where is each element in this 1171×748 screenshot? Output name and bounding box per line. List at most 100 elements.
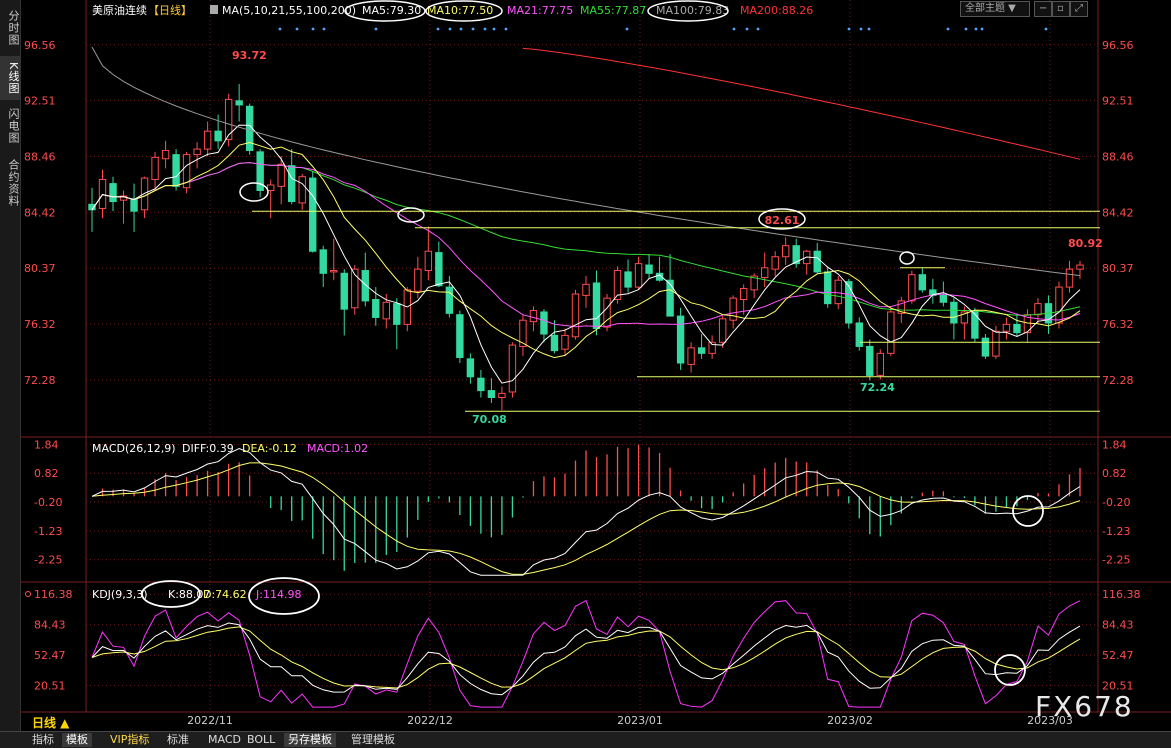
candle-body xyxy=(939,294,948,303)
tab-time[interactable]: 分时图 xyxy=(0,6,20,50)
settings-dot-icon[interactable] xyxy=(25,591,31,597)
candle-body xyxy=(529,310,538,323)
candle-body xyxy=(992,330,1000,357)
bottom-tab-7[interactable]: 管理模板 xyxy=(347,733,399,747)
bottom-tab-1[interactable]: 模板 xyxy=(62,733,92,747)
candle-body xyxy=(876,352,884,376)
candle-body xyxy=(456,314,464,358)
candle-body xyxy=(372,299,380,318)
y-tick-left: 76.32 xyxy=(24,318,56,331)
kdj-tick-right: 116.38 xyxy=(1102,588,1141,601)
highlight-ellipse xyxy=(239,182,269,202)
window-icon[interactable]: ▫ xyxy=(1052,1,1070,17)
y-tick-left: 96.56 xyxy=(24,39,56,52)
tab-kline[interactable]: K线图 xyxy=(0,56,20,100)
header-symbol: 美原油连续 xyxy=(92,3,147,17)
macd-tick-right: -2.25 xyxy=(1102,554,1130,567)
signal-dot xyxy=(436,27,440,31)
candle-body xyxy=(393,303,401,325)
candle-body xyxy=(235,100,243,106)
candle-body xyxy=(813,250,821,273)
candle-body xyxy=(466,358,475,378)
candle-body xyxy=(487,390,496,399)
candle-body xyxy=(151,156,159,180)
y-tick-right: 80.37 xyxy=(1102,262,1134,275)
y-tick-left: 88.46 xyxy=(24,151,56,164)
candle-body xyxy=(908,274,916,302)
signal-dot xyxy=(492,27,496,31)
highlight-ellipse xyxy=(899,251,915,265)
candle-body xyxy=(508,344,517,393)
candle-body xyxy=(140,177,149,211)
candle-body xyxy=(340,272,348,310)
kdj-k-line xyxy=(91,622,1081,696)
tab-contract[interactable]: 合约资料 xyxy=(0,154,20,212)
ma21-legend: MA21:77.75 xyxy=(507,4,573,17)
macd-tick-left: -1.23 xyxy=(34,525,62,538)
signal-dot xyxy=(483,27,487,31)
high-label: 93.72 xyxy=(232,49,267,62)
candle-body xyxy=(866,345,874,376)
candle-body xyxy=(666,279,674,317)
signal-dot xyxy=(471,27,475,31)
minus-icon[interactable]: − xyxy=(1034,1,1052,17)
candle-body xyxy=(309,177,317,252)
kdj-tick-left: 84.43 xyxy=(34,619,66,632)
bottom-tab-6[interactable]: 另存模板 xyxy=(284,733,336,747)
candle-body xyxy=(571,293,580,338)
kdj-tick-right: 52.47 xyxy=(1102,649,1134,662)
signal-dot xyxy=(732,27,736,31)
bottom-tab-2[interactable]: VIP指标 xyxy=(106,733,153,747)
signal-dot xyxy=(946,27,950,31)
signal-dot xyxy=(974,27,978,31)
bottom-label: 70.08 xyxy=(472,413,507,426)
candle-body xyxy=(435,252,443,287)
macd-value-legend: MACD:1.02 xyxy=(307,442,368,455)
peak-label: 82.61 xyxy=(765,214,800,227)
candle-body xyxy=(266,184,275,191)
y-tick-left: 84.42 xyxy=(24,206,56,219)
bottom-tab-3[interactable]: 标准 xyxy=(163,733,193,747)
tab-flash[interactable]: 闪电图 xyxy=(0,104,20,148)
candle-body xyxy=(172,154,180,187)
highlight-ellipse xyxy=(397,207,425,223)
x-tick-label: 2022/11 xyxy=(187,714,233,727)
period-label[interactable]: 日线 ▲ xyxy=(32,714,69,731)
candle-body xyxy=(1034,303,1042,316)
candle-body xyxy=(834,279,842,305)
left-tab-strip: 分时图 K线图闪电图合约资料 xyxy=(0,0,21,731)
y-tick-right: 76.32 xyxy=(1102,318,1134,331)
candle-body xyxy=(729,297,737,321)
candle-body xyxy=(540,311,548,335)
signal-dot xyxy=(847,27,851,31)
signal-dot xyxy=(859,27,863,31)
ma100-line xyxy=(91,46,1081,277)
macd-tick-right: 1.84 xyxy=(1102,439,1127,452)
kdj-d-legend: D:74.62 xyxy=(203,588,247,601)
restore-icon[interactable]: ⤢ xyxy=(1070,1,1088,17)
candle-body xyxy=(634,263,643,288)
signal-dot xyxy=(374,27,378,31)
signal-dot xyxy=(448,27,452,31)
candle-body xyxy=(887,311,895,354)
chart-area[interactable]: 96.56 96.56 92.51 92.51 88.46 88.46 84.42 84.42… xyxy=(20,0,1171,731)
candle-body xyxy=(782,245,790,258)
bottom-tab-0[interactable]: 指标 xyxy=(28,733,58,747)
bottom-tab-5[interactable]: BOLL xyxy=(243,733,279,747)
candle-body xyxy=(624,271,632,288)
highlight-ellipse xyxy=(994,654,1026,686)
low-label: 72.24 xyxy=(860,381,895,394)
kdj-title: KDJ(9,3,3) xyxy=(92,588,148,601)
macd-tick-left: -0.20 xyxy=(34,496,62,509)
candle-body xyxy=(298,176,306,204)
macd-tick-right: 0.82 xyxy=(1102,467,1127,480)
candle-body xyxy=(214,130,222,142)
y-tick-right: 96.56 xyxy=(1102,39,1134,52)
candle-body xyxy=(445,286,454,314)
theme-select[interactable]: 全部主题 ▼ xyxy=(960,1,1030,17)
candle-body xyxy=(739,287,748,301)
signal-dot xyxy=(867,27,871,31)
macd-tick-right: -0.20 xyxy=(1102,496,1130,509)
bottom-tab-4[interactable]: MACD xyxy=(204,733,245,747)
ma10-line xyxy=(91,141,1081,359)
